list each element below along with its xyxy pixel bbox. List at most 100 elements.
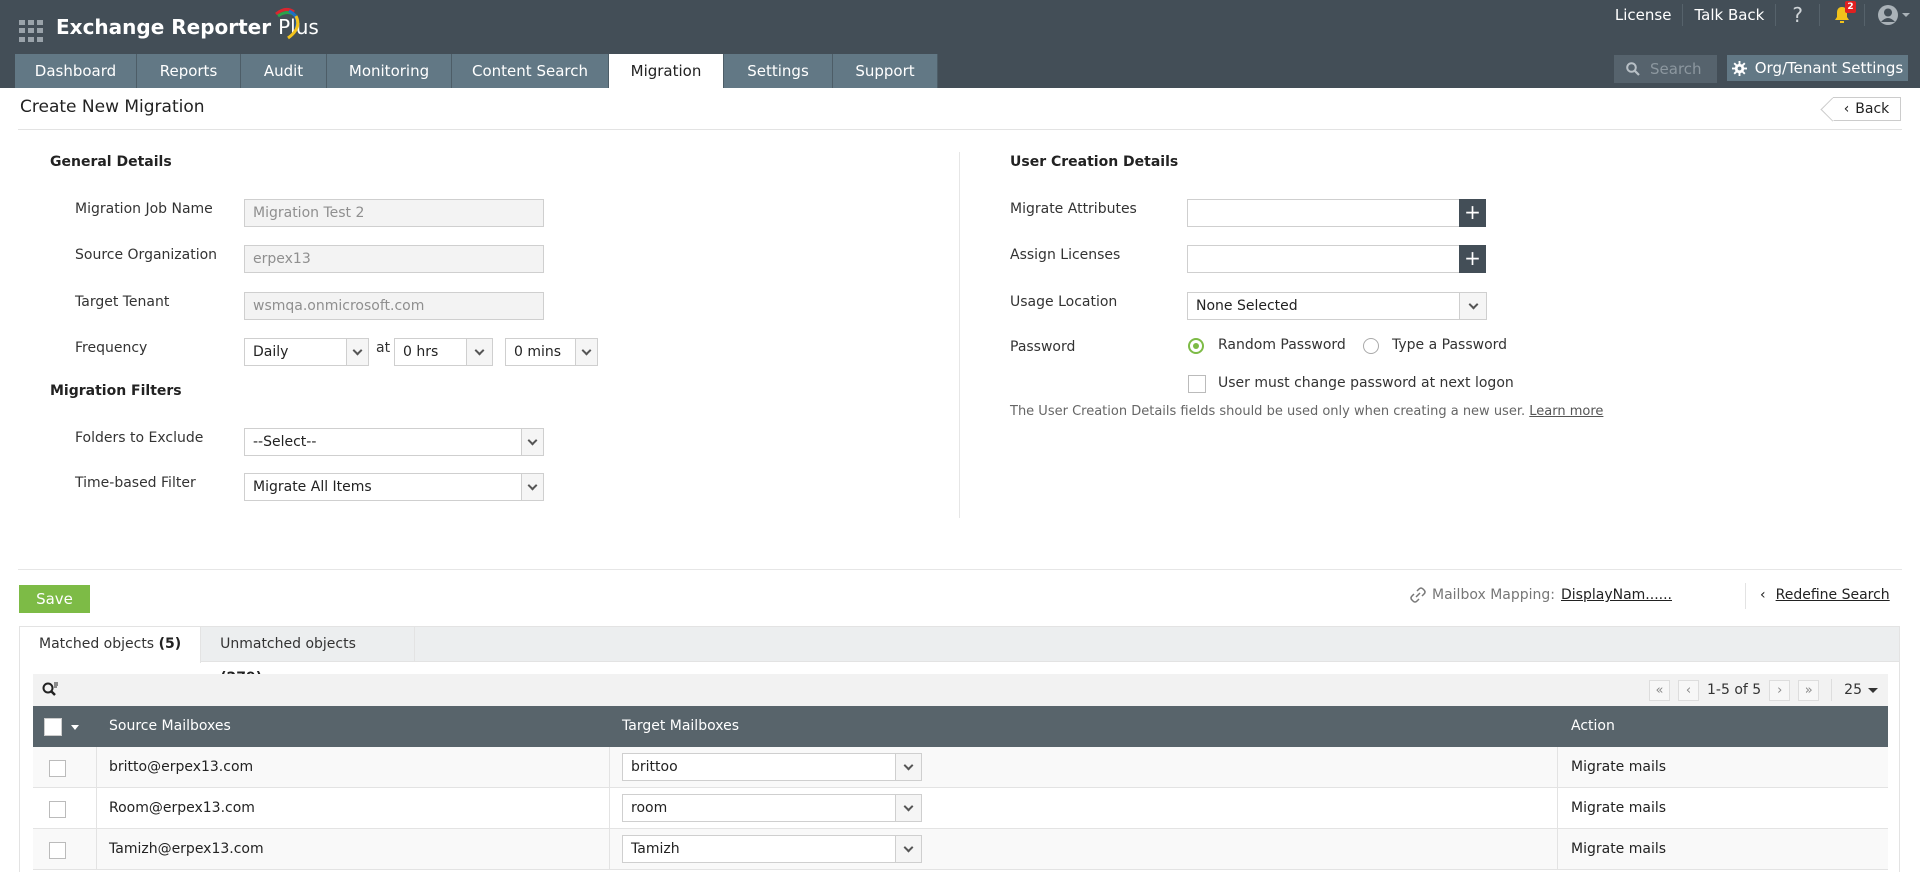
- pagination: « ‹ 1-5 of 5 › » 25: [1649, 679, 1878, 701]
- chevron-down-icon: [575, 339, 597, 365]
- assign-licenses-input[interactable]: [1187, 245, 1460, 273]
- divider: [18, 569, 1902, 570]
- action-value: Migrate mails: [1571, 759, 1667, 775]
- must-change-password-checkbox[interactable]: [1188, 375, 1206, 393]
- target-mailbox-select[interactable]: room: [622, 794, 922, 822]
- tab-reports[interactable]: Reports: [137, 54, 241, 88]
- help-icon[interactable]: ?: [1776, 4, 1820, 26]
- random-password-label[interactable]: Random Password: [1218, 337, 1346, 353]
- frequency-value: Daily: [253, 344, 289, 360]
- tab-monitoring[interactable]: Monitoring: [327, 54, 452, 88]
- app-grid-icon[interactable]: [19, 20, 43, 42]
- add-licenses-button[interactable]: +: [1459, 245, 1486, 273]
- minutes-select[interactable]: 0 mins: [505, 338, 598, 366]
- note-text: The User Creation Details fields should …: [1010, 404, 1526, 419]
- per-page-select[interactable]: 25: [1844, 682, 1878, 698]
- tab-audit[interactable]: Audit: [241, 54, 327, 88]
- frequency-select[interactable]: Daily: [244, 338, 369, 366]
- tab-settings[interactable]: Settings: [724, 54, 833, 88]
- target-mailbox-select[interactable]: Tamizh: [622, 835, 922, 863]
- type-password-radio[interactable]: [1363, 338, 1379, 354]
- chevron-down-icon: [466, 339, 492, 365]
- job-name-field[interactable]: Migration Test 2: [244, 199, 544, 227]
- user-menu[interactable]: [1865, 4, 1920, 26]
- row-checkbox[interactable]: [49, 842, 66, 859]
- action-value: Migrate mails: [1571, 800, 1667, 816]
- must-change-password-label[interactable]: User must change password at next logon: [1218, 375, 1514, 391]
- target-tenant-field[interactable]: wsmqa.onmicrosoft.com: [244, 292, 544, 320]
- source-org-field[interactable]: erpex13: [244, 245, 544, 273]
- random-password-radio[interactable]: [1188, 338, 1204, 354]
- app-title-main: Exchange Reporter: [56, 15, 279, 39]
- chevron-left-icon: ‹: [1843, 101, 1850, 117]
- global-search-input[interactable]: Search: [1614, 55, 1717, 83]
- column-target-mailboxes[interactable]: Target Mailboxes: [622, 706, 739, 747]
- tab-matched-objects[interactable]: Matched objects (5): [20, 627, 202, 663]
- folders-exclude-select[interactable]: --Select--: [244, 428, 544, 456]
- license-link[interactable]: License: [1604, 4, 1684, 26]
- chevron-down-icon: [1459, 293, 1486, 319]
- job-name-label: Migration Job Name: [75, 201, 213, 217]
- plus-icon: +: [1464, 200, 1481, 224]
- tab-dashboard[interactable]: Dashboard: [15, 54, 137, 88]
- chevron-left-icon: ‹: [1760, 587, 1766, 603]
- table-row: Tamizh@erpex13.com Tamizh Migrate mails: [33, 829, 1888, 870]
- assign-licenses-label: Assign Licenses: [1010, 247, 1121, 263]
- user-creation-note: The User Creation Details fields should …: [1010, 404, 1603, 419]
- org-tenant-settings-label: Org/Tenant Settings: [1754, 59, 1904, 77]
- results-tabs: Matched objects (5) Unmatched objects (2…: [20, 627, 1899, 686]
- tab-migration[interactable]: Migration: [609, 54, 724, 88]
- target-mailbox-select[interactable]: brittoo: [622, 753, 922, 781]
- search-placeholder: Search: [1650, 60, 1702, 78]
- tab-content-search[interactable]: Content Search: [452, 54, 609, 88]
- column-source-mailboxes[interactable]: Source Mailboxes: [109, 706, 231, 747]
- per-page-value: 25: [1844, 682, 1862, 698]
- gear-icon: [1731, 60, 1747, 76]
- save-button[interactable]: Save: [19, 585, 90, 613]
- main-nav: Dashboard Reports Audit Monitoring Conte…: [15, 54, 938, 88]
- time-filter-select[interactable]: Migrate All Items: [244, 473, 544, 501]
- chevron-down-icon: [1902, 13, 1910, 17]
- notifications-button[interactable]: 2: [1820, 1, 1865, 26]
- usage-location-select[interactable]: None Selected: [1187, 292, 1487, 320]
- table-row: britto@erpex13.com brittoo Migrate mails: [33, 747, 1888, 788]
- prev-page-button[interactable]: ‹: [1678, 679, 1699, 701]
- column-action[interactable]: Action: [1571, 706, 1615, 747]
- redefine-search-link[interactable]: ‹ Redefine Search: [1760, 587, 1890, 603]
- add-attributes-button[interactable]: +: [1459, 199, 1486, 227]
- usage-location-value: None Selected: [1196, 298, 1298, 314]
- chevron-down-icon: [895, 795, 921, 821]
- tab-support[interactable]: Support: [833, 54, 938, 88]
- migrate-attributes-label: Migrate Attributes: [1010, 201, 1137, 217]
- type-password-label[interactable]: Type a Password: [1392, 337, 1507, 353]
- caret-down-icon: [1868, 687, 1878, 693]
- select-menu-caret-icon[interactable]: [71, 725, 79, 730]
- chevron-down-icon: [521, 474, 543, 500]
- next-page-button[interactable]: ›: [1769, 679, 1791, 701]
- back-button[interactable]: ‹ Back: [1833, 97, 1901, 121]
- row-checkbox[interactable]: [49, 760, 66, 777]
- first-page-button[interactable]: «: [1649, 679, 1670, 701]
- folders-exclude-value: --Select--: [253, 434, 317, 450]
- org-tenant-settings-button[interactable]: Org/Tenant Settings: [1727, 55, 1908, 81]
- link-icon: [1410, 587, 1426, 603]
- logo-arc-icon: [275, 7, 300, 40]
- last-page-button[interactable]: »: [1798, 679, 1820, 701]
- at-label: at: [376, 340, 391, 356]
- target-mailbox-value: room: [631, 800, 668, 816]
- mailbox-mapping-link[interactable]: DisplayNam......: [1561, 587, 1672, 603]
- top-links: License Talk Back ? 2: [1604, 0, 1920, 30]
- table-toolbar: « ‹ 1-5 of 5 › » 25: [33, 674, 1888, 706]
- talk-back-link[interactable]: Talk Back: [1683, 4, 1777, 26]
- select-all-checkbox[interactable]: [44, 718, 62, 736]
- tab-unmatched-objects[interactable]: Unmatched objects (279): [201, 627, 416, 686]
- migrate-attributes-input[interactable]: [1187, 199, 1460, 227]
- mailbox-mapping-label: Mailbox Mapping:: [1432, 587, 1555, 603]
- section-divider: [959, 152, 960, 518]
- time-filter-label: Time-based Filter: [75, 475, 196, 491]
- row-checkbox[interactable]: [49, 801, 66, 818]
- learn-more-link[interactable]: Learn more: [1529, 404, 1603, 419]
- hours-select[interactable]: 0 hrs: [394, 338, 493, 366]
- divider: [18, 129, 1902, 130]
- search-filter-icon[interactable]: [42, 682, 60, 698]
